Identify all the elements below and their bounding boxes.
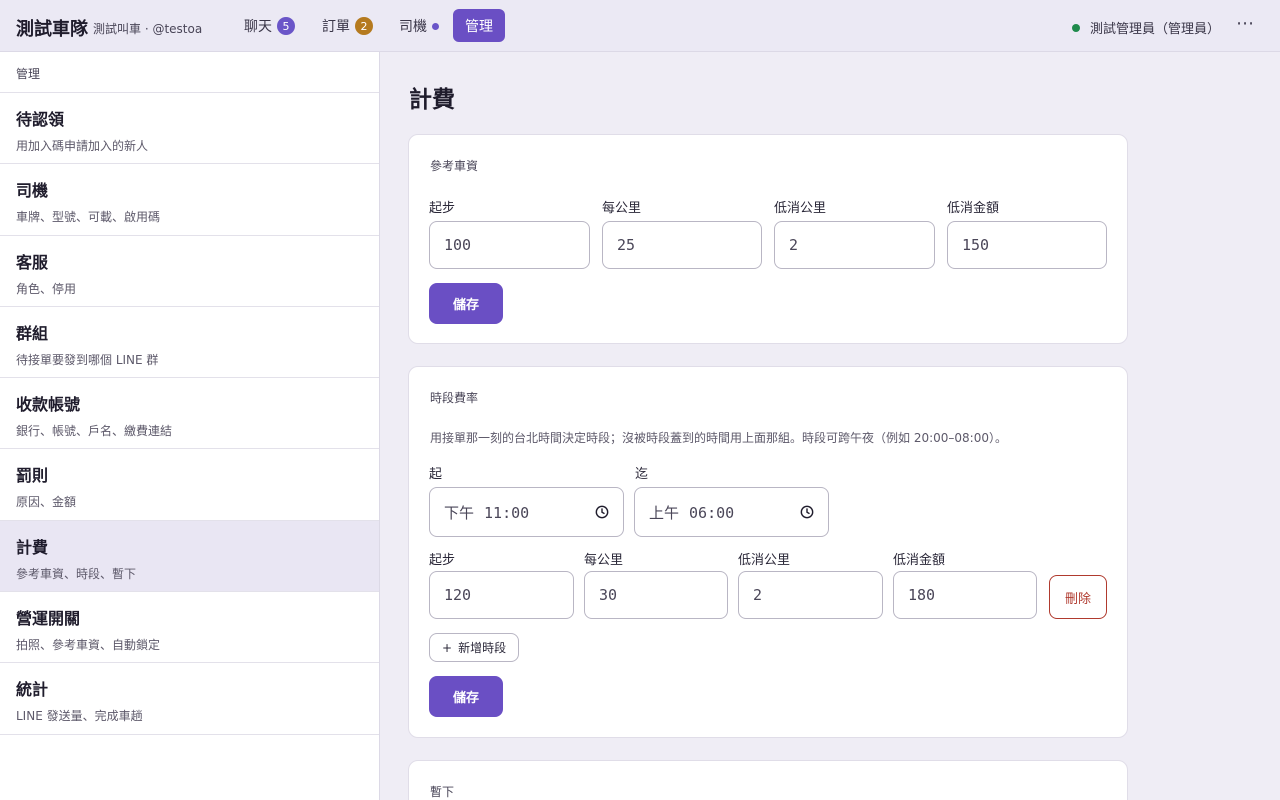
card-title: 參考車資 bbox=[430, 159, 479, 173]
base-fare-label: 起步 bbox=[429, 201, 456, 216]
sidebar-item-title: 待認領 bbox=[16, 110, 65, 129]
main-content: 計費 參考車資 起步 每公里 低消公里 低消金額 100 25 2 150 儲存… bbox=[380, 52, 1280, 800]
period-end-time-input[interactable]: 上午 06:00 bbox=[634, 487, 829, 537]
sidebar-item-title: 統計 bbox=[16, 680, 49, 700]
tab-admin[interactable]: 管理 bbox=[453, 9, 505, 42]
sidebar-item-pricing[interactable]: 計費 參考車資、時段、暫下 bbox=[0, 520, 379, 593]
sidebar-item-desc: 待接單要發到哪個 LINE 群 bbox=[16, 352, 159, 367]
chat-count-badge: 5 bbox=[277, 17, 295, 35]
sidebar-item-desc: 角色、停用 bbox=[16, 281, 77, 296]
sidebar-item-groups[interactable]: 群組 待接單要發到哪個 LINE 群 bbox=[0, 307, 379, 379]
sidebar-item-desc: 用加入碼申請加入的新人 bbox=[16, 139, 149, 153]
period-rates-card: 時段費率 用接單那一刻的台北時間決定時段；沒被時段蓋到的時間用上面那組。時段可跨… bbox=[408, 366, 1128, 738]
page-title: 計費 bbox=[409, 86, 455, 113]
sidebar-item-title: 罰則 bbox=[16, 466, 49, 486]
drivers-indicator-dot bbox=[432, 22, 439, 30]
period-base-fare-input[interactable]: 120 bbox=[429, 571, 574, 619]
period-start-label: 起 bbox=[429, 467, 443, 482]
admin-sidebar: 管理 待認領 用加入碼申請加入的新人 司機 車牌、型號、可載、啟用碼 客服 角色… bbox=[0, 52, 380, 800]
sidebar-item-desc: 車牌、型號、可載、啟用碼 bbox=[16, 210, 161, 225]
pause-card: 暫下 bbox=[408, 760, 1128, 800]
sidebar-item-support[interactable]: 客服 角色、停用 bbox=[0, 236, 379, 307]
top-bar: 測試車隊 測試叫車 · @testoa 聊天 5 訂單 2 司機 管理 測試管理… bbox=[0, 0, 1280, 52]
sidebar-item-drivers[interactable]: 司機 車牌、型號、可載、啟用碼 bbox=[0, 164, 379, 236]
tab-chat[interactable]: 聊天 5 bbox=[244, 16, 295, 36]
sidebar-item-title: 計費 bbox=[16, 537, 49, 557]
more-menu-icon[interactable]: ⋯ bbox=[1236, 13, 1255, 34]
clock-icon[interactable] bbox=[800, 505, 814, 519]
sidebar-item-title: 收款帳號 bbox=[16, 395, 81, 415]
save-button[interactable]: 儲存 bbox=[429, 676, 503, 717]
brand-title: 測試車隊 bbox=[16, 19, 88, 40]
period-end-value: 上午 06:00 bbox=[649, 502, 734, 523]
save-button[interactable]: 儲存 bbox=[429, 283, 503, 324]
orders-count-badge: 2 bbox=[355, 17, 373, 35]
period-min-km-label: 低消公里 bbox=[738, 553, 791, 568]
sidebar-item-statistics[interactable]: 統計 LINE 發送量、完成車趟 bbox=[0, 663, 379, 735]
clock-icon[interactable] bbox=[595, 505, 609, 519]
sidebar-item-desc: LINE 發送量、完成車趟 bbox=[16, 709, 143, 724]
per-km-label: 每公里 bbox=[602, 201, 642, 216]
period-per-km-input[interactable]: 30 bbox=[584, 571, 728, 619]
sidebar-item-title: 客服 bbox=[16, 252, 49, 272]
tab-drivers-label: 司機 bbox=[399, 19, 427, 35]
tab-drivers[interactable]: 司機 bbox=[399, 16, 439, 36]
card-title: 時段費率 bbox=[430, 391, 479, 405]
sidebar-item-operations[interactable]: 營運開關 拍照、參考車資、自動鎖定 bbox=[0, 592, 379, 664]
period-end-time: 06:00 bbox=[689, 503, 735, 522]
sidebar-item-title: 營運開關 bbox=[16, 609, 81, 629]
tab-orders[interactable]: 訂單 2 bbox=[322, 16, 373, 36]
period-start-ampm: 下午 bbox=[444, 503, 475, 522]
period-end-ampm: 上午 bbox=[649, 503, 680, 522]
sidebar-item-pending[interactable]: 待認領 用加入碼申請加入的新人 bbox=[0, 93, 379, 165]
sidebar-item-desc: 銀行、帳號、戶名、繳費連結 bbox=[16, 424, 173, 439]
tab-orders-label: 訂單 bbox=[322, 19, 350, 35]
sidebar-item-desc: 原因、金額 bbox=[16, 495, 77, 510]
plus-icon: + bbox=[442, 640, 453, 655]
brand-subtitle: 測試叫車 · @testoa bbox=[93, 22, 203, 36]
period-description: 用接單那一刻的台北時間決定時段；沒被時段蓋到的時間用上面那組。時段可跨午夜（例如… bbox=[430, 431, 1007, 445]
min-amount-input[interactable]: 150 bbox=[947, 221, 1107, 269]
card-title: 暫下 bbox=[430, 785, 455, 799]
sidebar-item-title: 群組 bbox=[16, 323, 49, 343]
reference-fare-card: 參考車資 起步 每公里 低消公里 低消金額 100 25 2 150 儲存 bbox=[408, 134, 1128, 344]
delete-period-button[interactable]: 刪除 bbox=[1049, 575, 1107, 619]
period-min-km-input[interactable]: 2 bbox=[738, 571, 883, 619]
sidebar-item-desc: 拍照、參考車資、自動鎖定 bbox=[16, 638, 161, 653]
period-start-value: 下午 11:00 bbox=[444, 502, 529, 523]
period-base-fare-label: 起步 bbox=[429, 553, 456, 568]
user-status[interactable]: 測試管理員（管理員） bbox=[1072, 18, 1220, 37]
base-fare-input[interactable]: 100 bbox=[429, 221, 590, 269]
sidebar-item-desc: 參考車資、時段、暫下 bbox=[16, 566, 137, 581]
min-km-label: 低消公里 bbox=[774, 201, 827, 216]
period-start-time-input[interactable]: 下午 11:00 bbox=[429, 487, 624, 537]
min-amount-label: 低消金額 bbox=[947, 201, 1000, 216]
min-km-input[interactable]: 2 bbox=[774, 221, 935, 269]
period-per-km-label: 每公里 bbox=[584, 553, 624, 568]
add-period-label: 新增時段 bbox=[458, 641, 507, 655]
per-km-input[interactable]: 25 bbox=[602, 221, 762, 269]
add-period-button[interactable]: + 新增時段 bbox=[429, 633, 520, 662]
period-min-amount-label: 低消金額 bbox=[893, 553, 946, 568]
period-start-time: 11:00 bbox=[484, 503, 530, 522]
sidebar-item-title: 司機 bbox=[16, 181, 49, 201]
user-name: 測試管理員（管理員） bbox=[1090, 22, 1221, 37]
sidebar-item-payment-accounts[interactable]: 收款帳號 銀行、帳號、戶名、繳費連結 bbox=[0, 378, 379, 450]
period-end-label: 迄 bbox=[635, 467, 649, 482]
online-status-icon bbox=[1072, 23, 1080, 32]
sidebar-item-penalties[interactable]: 罰則 原因、金額 bbox=[0, 449, 379, 521]
period-min-amount-input[interactable]: 180 bbox=[893, 571, 1037, 619]
sidebar-heading: 管理 bbox=[0, 52, 379, 93]
tab-chat-label: 聊天 bbox=[244, 19, 272, 35]
